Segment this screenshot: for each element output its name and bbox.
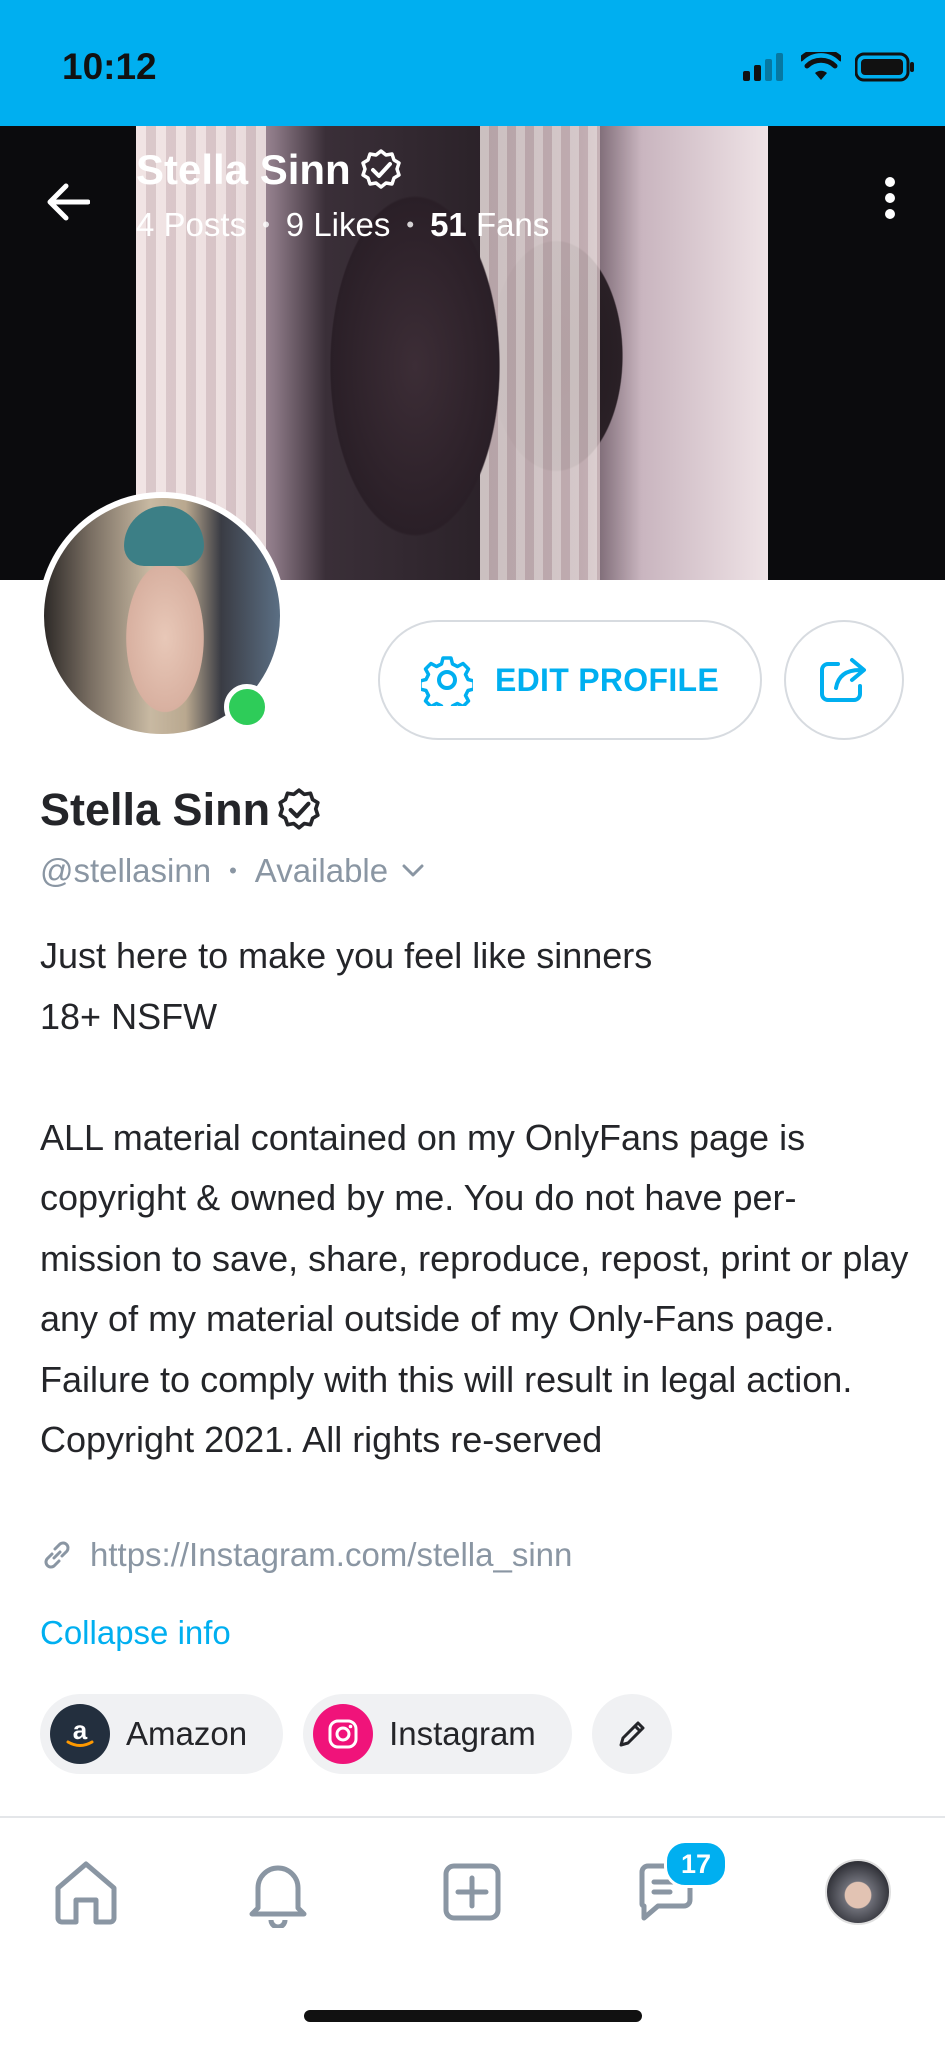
signal-icon — [743, 53, 783, 81]
status-icons — [743, 52, 915, 82]
availability-dropdown[interactable]: Available — [255, 852, 424, 890]
handle-row: @stellasinn • Available — [40, 852, 424, 890]
header-name: Stella Sinn — [136, 146, 351, 193]
verified-icon — [360, 149, 401, 189]
bottom-tab-bar — [0, 1818, 945, 1958]
more-vertical-icon — [885, 177, 895, 219]
bio-line — [40, 1047, 910, 1108]
profile-link-text: https://Instagram.com/stella_sinn — [90, 1536, 573, 1573]
add-post-icon — [443, 1863, 501, 1921]
online-status-dot — [224, 684, 270, 730]
stat-separator: • — [262, 212, 270, 237]
profile-handle: @stellasinn — [40, 852, 212, 889]
profile-bio: Just here to make you feel like sinners … — [40, 926, 910, 1471]
share-icon — [820, 658, 866, 702]
messages-badge: 17 — [664, 1840, 728, 1888]
social-chip-amazon[interactable]: a Amazon — [40, 1694, 284, 1774]
stat-likes: 9 Likes — [285, 206, 391, 243]
social-chip-label: Amazon — [126, 1715, 248, 1752]
tab-profile[interactable] — [818, 1852, 898, 1932]
bio-line: ALL material contained on my OnlyFans pa… — [40, 1116, 909, 1461]
bio-line: 18+ NSFW — [40, 995, 218, 1037]
tab-home[interactable] — [46, 1852, 126, 1932]
stat-fans: 51 Fans — [430, 206, 550, 243]
availability-label: Available — [254, 852, 389, 889]
bell-icon — [249, 1865, 307, 1928]
home-indicator — [304, 2010, 642, 2022]
stat-posts: 4 Posts — [136, 206, 247, 243]
arrow-left-icon — [47, 183, 90, 221]
edit-profile-label: EDIT PROFILE — [494, 661, 720, 698]
link-icon — [44, 1541, 70, 1569]
cover-figure — [300, 126, 530, 580]
header-stats: 4 Posts • 9 Likes • 51 Fans — [136, 206, 549, 244]
share-profile-button[interactable] — [784, 620, 904, 740]
amazon-icon: a — [50, 1704, 110, 1764]
bio-line: Just here to make you feel like sinners — [40, 935, 653, 976]
more-options-button[interactable] — [870, 168, 910, 228]
back-button[interactable] — [38, 172, 98, 232]
stat-separator: • — [406, 212, 415, 237]
handle-separator: • — [229, 858, 237, 883]
wifi-icon — [801, 52, 841, 80]
svg-text:a: a — [73, 1715, 88, 1745]
tab-new-post[interactable] — [432, 1852, 512, 1932]
edit-profile-button[interactable]: EDIT PROFILE — [378, 620, 762, 740]
header-title: Stella Sinn — [136, 146, 403, 194]
social-chip-instagram[interactable]: Instagram — [303, 1694, 572, 1774]
battery-icon — [855, 52, 914, 82]
edit-social-links-button[interactable] — [591, 1694, 672, 1774]
chevron-down-icon — [402, 864, 424, 877]
profile-avatar-small — [825, 1859, 891, 1925]
verified-icon — [278, 788, 320, 830]
status-bar: 10:12 — [0, 0, 945, 126]
gear-icon — [420, 656, 473, 706]
social-links: a Amazon Instagram — [40, 1694, 672, 1774]
social-chip-label: Instagram — [389, 1715, 536, 1752]
instagram-icon — [313, 1704, 374, 1764]
profile-link[interactable]: https://Instagram.com/stella_sinn — [40, 1536, 572, 1574]
home-icon — [55, 1861, 117, 1925]
profile-name: Stella Sinn — [40, 784, 322, 836]
tab-notifications[interactable] — [238, 1852, 318, 1932]
collapse-info-link[interactable]: Collapse info — [40, 1614, 231, 1652]
status-time: 10:12 — [62, 46, 157, 87]
pencil-icon — [619, 1721, 645, 1747]
